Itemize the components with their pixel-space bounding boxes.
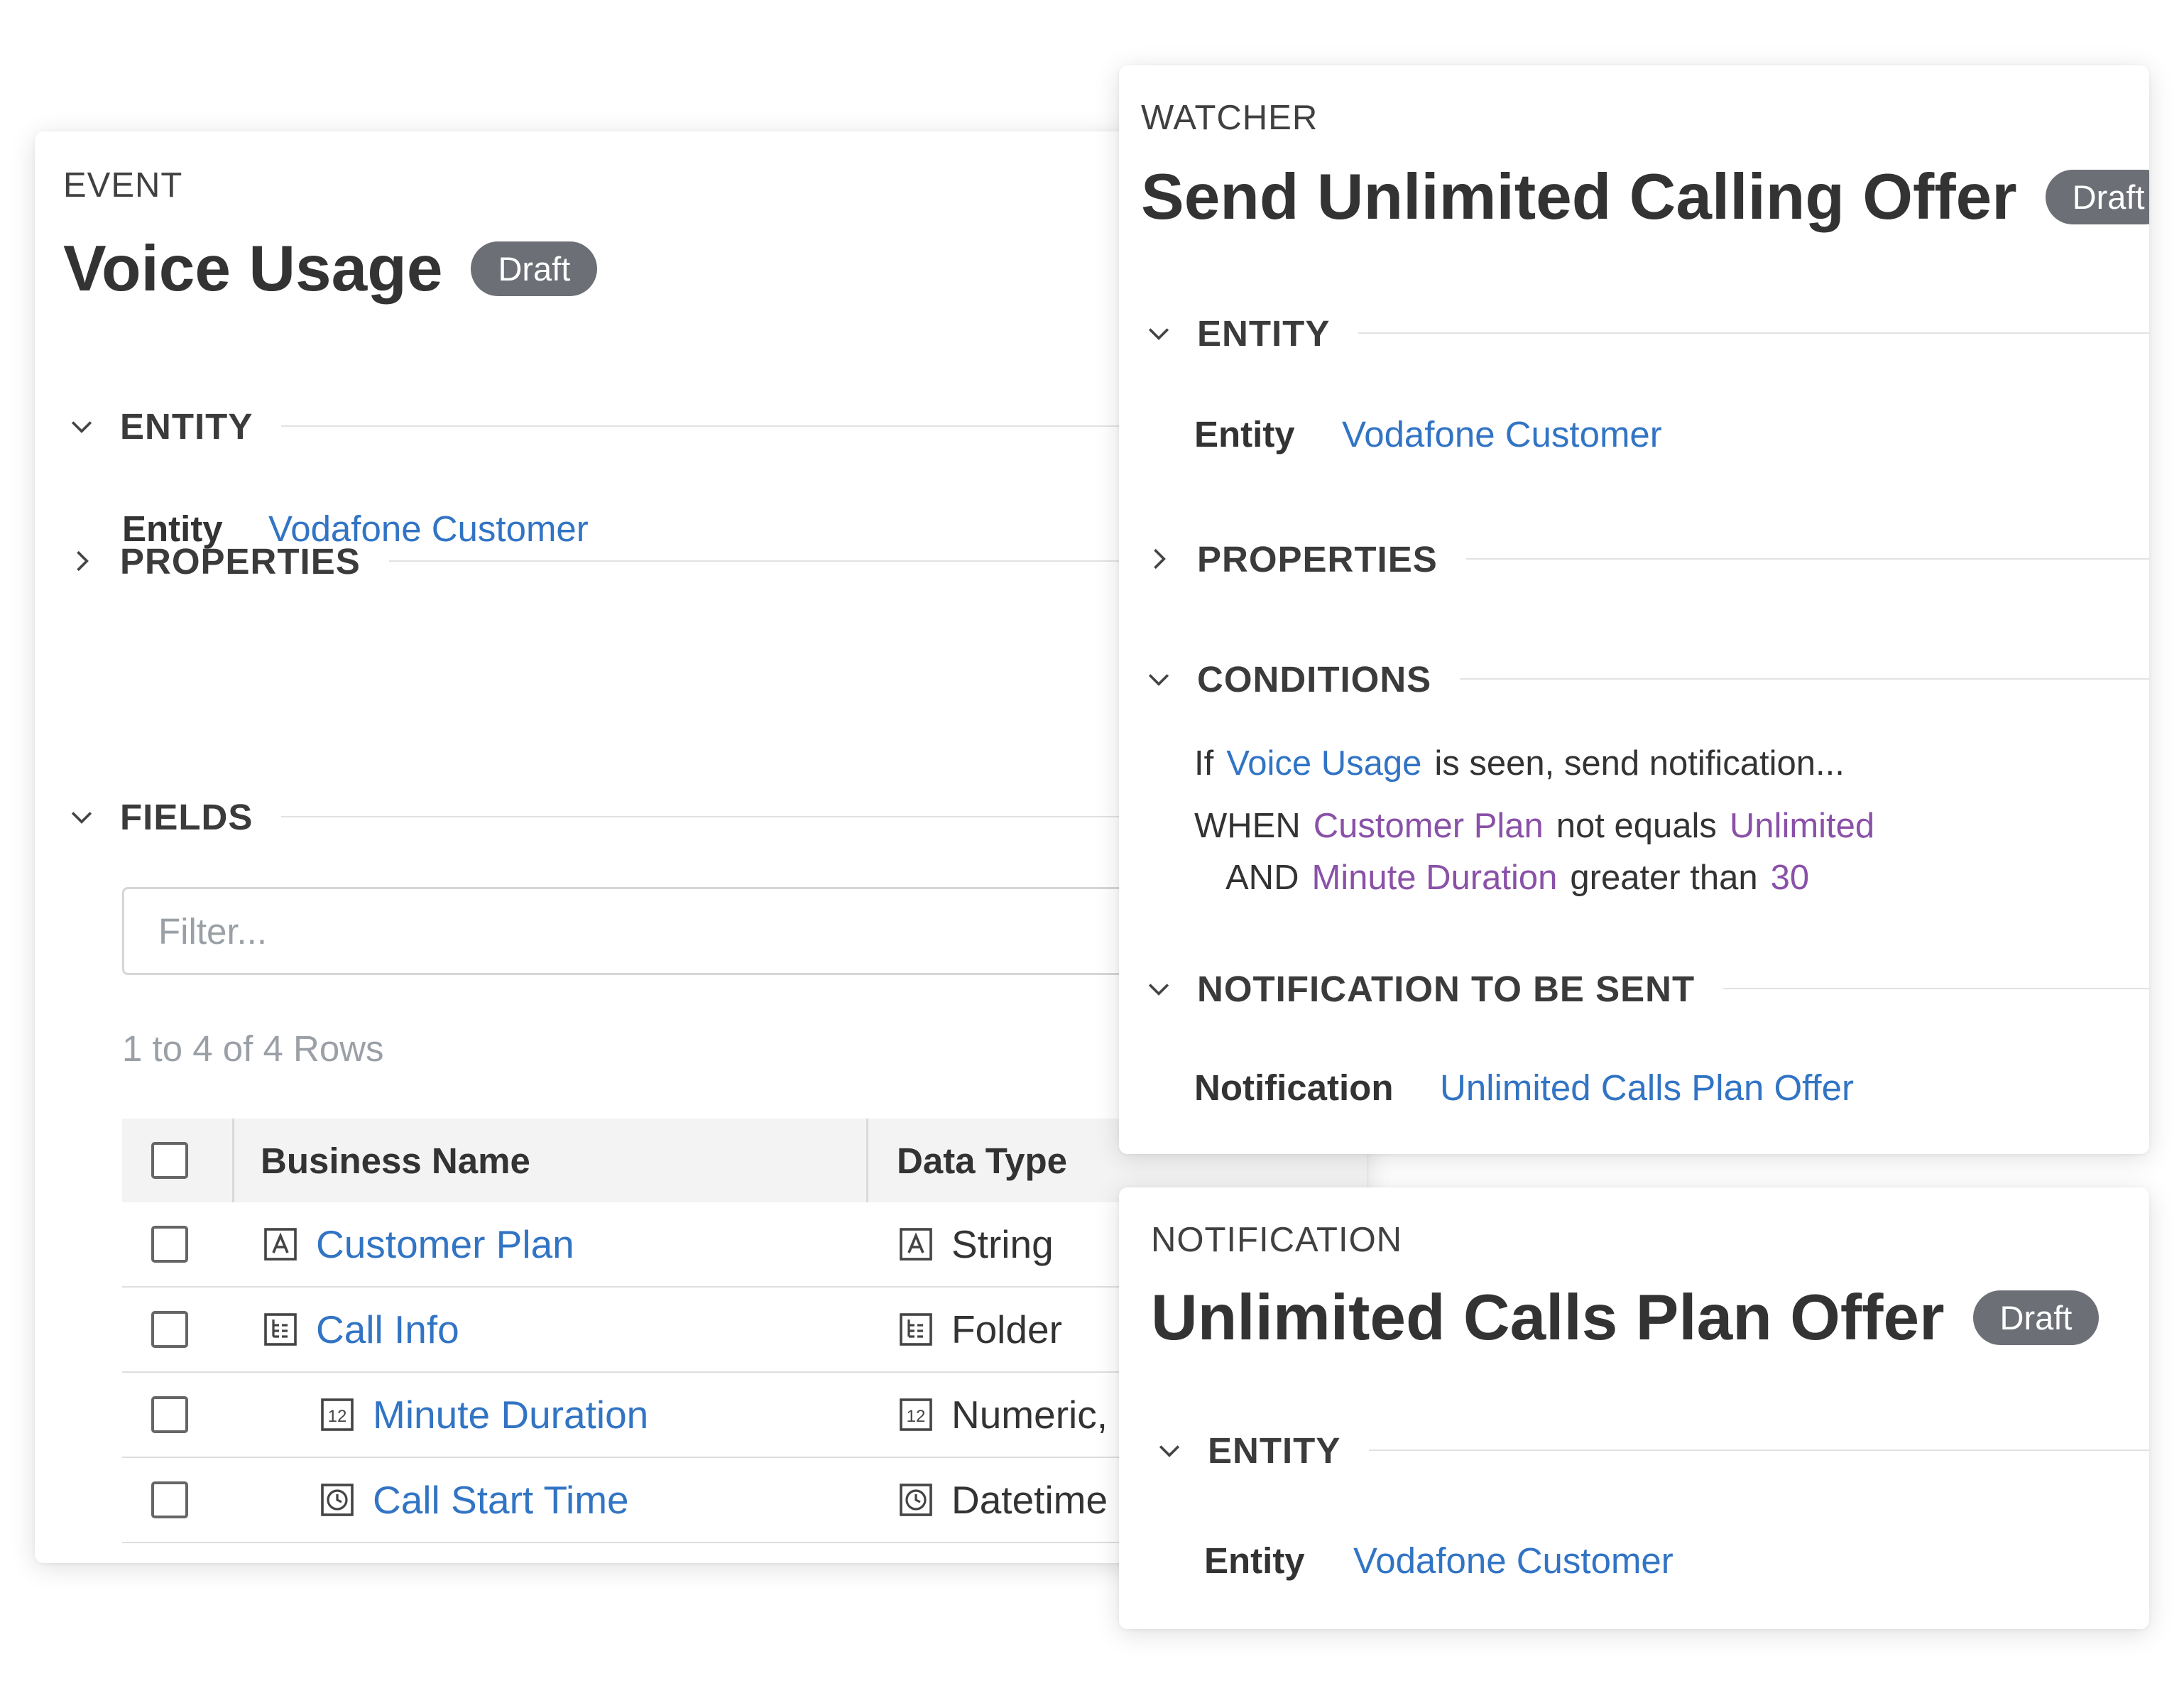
section-divider <box>1723 988 2149 989</box>
notification-link[interactable]: Unlimited Calls Plan Offer <box>1440 1067 1854 1109</box>
section-divider <box>1465 558 2149 560</box>
select-all-checkbox[interactable] <box>151 1142 188 1179</box>
chevron-down-icon[interactable] <box>1143 973 1174 1004</box>
notification-kicker: NOTIFICATION <box>1151 1221 1403 1259</box>
data-type-cell: Folder <box>899 1288 1062 1371</box>
notification-label: Notification <box>1194 1067 1394 1108</box>
condition-field[interactable]: Minute Duration <box>1311 859 1557 897</box>
column-header-business-name[interactable]: Business Name <box>261 1119 530 1202</box>
section-title: NOTIFICATION TO BE SENT <box>1197 968 1696 1009</box>
condition-operator: not equals <box>1556 807 1717 845</box>
section-title: FIELDS <box>120 796 253 837</box>
entity-label: Entity <box>1204 1540 1305 1581</box>
condition-field[interactable]: Customer Plan <box>1314 807 1544 845</box>
clock-type-icon <box>899 1483 933 1517</box>
chevron-down-icon[interactable] <box>1143 663 1174 695</box>
column-divider[interactable] <box>866 1119 868 1202</box>
field-link[interactable]: Call Start Time <box>373 1477 629 1523</box>
clock-type-icon <box>320 1483 354 1517</box>
entity-section-header[interactable]: ENTITY <box>1143 312 2149 354</box>
condition-line-and: AND Minute Duration greater than 30 <box>1225 858 1822 898</box>
text-type-icon <box>899 1227 933 1261</box>
chevron-down-icon[interactable] <box>1154 1435 1185 1466</box>
properties-section-header[interactable]: PROPERTIES <box>1143 538 2149 580</box>
business-name-cell: Minute Duration <box>320 1373 648 1457</box>
data-type-label: Folder <box>951 1307 1062 1351</box>
watcher-title: Send Unlimited Calling Offer <box>1141 161 2017 233</box>
data-type-cell: Numeric, <box>899 1373 1108 1457</box>
column-divider <box>232 1119 234 1202</box>
notification-row: Notification Unlimited Calls Plan Offer <box>1194 1067 1854 1109</box>
status-badge: Draft <box>471 241 598 296</box>
and-keyword: AND <box>1225 859 1299 897</box>
section-divider <box>1358 332 2149 334</box>
business-name-cell: Call Start Time <box>320 1458 629 1542</box>
condition-value[interactable]: 30 <box>1771 859 1810 897</box>
page-title: Voice Usage <box>63 233 443 305</box>
field-link[interactable]: Call Info <box>316 1307 459 1352</box>
business-name-cell: Customer Plan <box>263 1202 574 1286</box>
chevron-down-icon[interactable] <box>66 801 97 832</box>
entity-link[interactable]: Vodafone Customer <box>1353 1540 1674 1582</box>
status-badge: Draft <box>2045 170 2149 224</box>
entity-section-header[interactable]: ENTITY <box>1154 1429 2149 1471</box>
condition-operator: greater than <box>1570 859 1758 897</box>
folder-type-icon <box>899 1312 933 1346</box>
business-name-cell: Call Info <box>263 1288 459 1371</box>
section-title: PROPERTIES <box>1197 538 1438 580</box>
folder-type-icon <box>263 1312 297 1346</box>
notification-section-header[interactable]: NOTIFICATION TO BE SENT <box>1143 967 2149 1010</box>
row-checkbox[interactable] <box>151 1481 188 1518</box>
notification-header: Unlimited Calls Plan Offer Draft <box>1151 1282 2100 1354</box>
condition-line-when: WHEN Customer Plan not equals Unlimited <box>1194 806 1887 846</box>
section-title: ENTITY <box>1208 1430 1341 1471</box>
row-checkbox[interactable] <box>151 1396 188 1433</box>
row-checkbox[interactable] <box>151 1311 188 1348</box>
condition-value[interactable]: Unlimited <box>1730 807 1874 845</box>
entity-row: Entity Vodafone Customer <box>1194 413 1662 455</box>
data-type-label: Numeric, <box>951 1393 1108 1437</box>
entity-row: Entity Vodafone Customer <box>1204 1540 1674 1582</box>
field-link[interactable]: Customer Plan <box>316 1222 574 1267</box>
chevron-right-icon[interactable] <box>1143 543 1174 575</box>
notification-title: Unlimited Calls Plan Offer <box>1151 1282 1945 1354</box>
rows-summary: 1 to 4 of 4 Rows <box>122 1028 384 1069</box>
column-header-data-type[interactable]: Data Type <box>897 1119 1067 1202</box>
section-title: CONDITIONS <box>1197 658 1432 700</box>
section-divider <box>1460 678 2149 680</box>
event-kicker: EVENT <box>63 166 183 205</box>
data-type-label: Datetime <box>951 1478 1108 1522</box>
status-badge: Draft <box>1972 1290 2100 1345</box>
watcher-card: WATCHER Send Unlimited Calling Offer Dra… <box>1119 65 2149 1154</box>
event-link[interactable]: Voice Usage <box>1226 744 1421 783</box>
section-title: ENTITY <box>120 406 253 447</box>
numeric-type-icon <box>899 1398 933 1432</box>
chevron-right-icon[interactable] <box>66 545 97 577</box>
condition-line-if: If Voice Usage is seen, send notification.… <box>1194 744 1857 783</box>
data-type-cell: Datetime <box>899 1458 1108 1542</box>
notification-card: NOTIFICATION Unlimited Calls Plan Offer … <box>1119 1187 2149 1629</box>
watcher-kicker: WATCHER <box>1141 99 1318 137</box>
text-type-icon <box>263 1227 297 1261</box>
when-keyword: WHEN <box>1194 807 1301 845</box>
condition-text: is seen, send notification... <box>1434 744 1845 783</box>
data-type-label: String <box>951 1222 1054 1266</box>
event-header: Voice Usage Draft <box>63 233 598 305</box>
section-title: ENTITY <box>1197 312 1331 354</box>
section-divider <box>1369 1449 2149 1451</box>
entity-link[interactable]: Vodafone Customer <box>1342 413 1662 455</box>
row-checkbox[interactable] <box>151 1226 188 1263</box>
if-keyword: If <box>1194 744 1214 783</box>
numeric-type-icon <box>320 1398 354 1432</box>
data-type-cell: String <box>899 1202 1054 1286</box>
chevron-down-icon[interactable] <box>66 410 97 442</box>
watcher-header: Send Unlimited Calling Offer Draft <box>1141 165 2149 229</box>
entity-label: Entity <box>1194 414 1295 455</box>
chevron-down-icon[interactable] <box>1143 317 1174 349</box>
conditions-section-header[interactable]: CONDITIONS <box>1143 658 2149 700</box>
section-title: PROPERTIES <box>120 540 361 582</box>
field-link[interactable]: Minute Duration <box>373 1392 648 1437</box>
